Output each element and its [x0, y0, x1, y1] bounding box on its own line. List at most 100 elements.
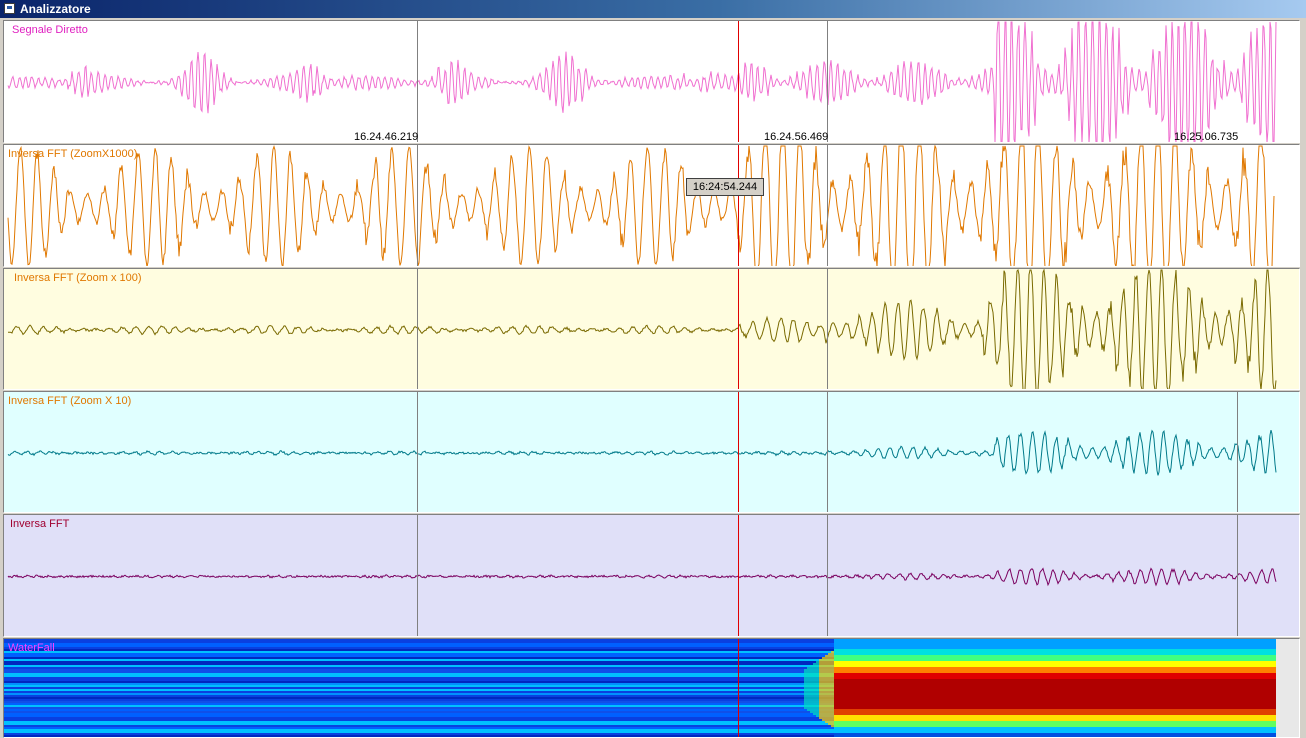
- waterfall-band: [4, 663, 834, 665]
- waterfall-band: [834, 667, 1276, 673]
- time-cursor[interactable]: [738, 145, 739, 266]
- panel-inversa-fft-zoom10[interactable]: Inversa FFT (Zoom X 10): [3, 391, 1300, 513]
- window-icon[interactable]: [4, 3, 15, 14]
- waterfall-margin: [1276, 639, 1299, 737]
- time-cursor[interactable]: [738, 515, 739, 636]
- waterfall-band: [4, 671, 834, 673]
- waterfall-band: [4, 735, 834, 737]
- waterfall-band: [834, 679, 1276, 709]
- waveform-path: [7, 429, 1277, 476]
- trace-inversa-fft: [7, 567, 1277, 587]
- waterfall-band: [4, 713, 834, 715]
- waterfall-band: [4, 723, 834, 725]
- waterfall-band: [834, 721, 1276, 727]
- waterfall-band: [4, 647, 834, 649]
- time-gridline: [417, 392, 418, 512]
- time-gridline: [417, 515, 418, 636]
- waterfall-band: [834, 649, 1276, 655]
- time-cursor[interactable]: [738, 21, 739, 142]
- time-gridline: [1237, 515, 1238, 636]
- waterfall-transition: [813, 663, 816, 715]
- waterfall-band: [4, 715, 834, 717]
- waterfall-transition: [810, 665, 813, 713]
- time-gridline: [827, 515, 828, 636]
- waterfall-band: [4, 701, 834, 703]
- waterfall-band: [4, 651, 834, 653]
- waterfall-label: WaterFall: [8, 642, 55, 654]
- waterfall-band: [4, 659, 834, 661]
- waterfall-band: [4, 733, 834, 735]
- time-label: 16.24.46.219: [354, 131, 419, 143]
- waterfall-band: [4, 705, 834, 707]
- panel-waterfall[interactable]: WaterFall: [3, 638, 1300, 738]
- waterfall-band: [4, 709, 834, 711]
- waterfall-band: [834, 661, 1276, 667]
- trace-inversa-fft-zoom100: [7, 269, 1277, 389]
- waterfall-band: [4, 721, 834, 723]
- time-gridline: [827, 269, 828, 389]
- waterfall-band: [4, 667, 834, 669]
- waterfall-band: [4, 685, 834, 687]
- waterfall-band: [834, 709, 1276, 715]
- time-label: 16.24.56.469: [764, 131, 829, 143]
- waterfall-band: [4, 729, 834, 731]
- waterfall-transition: [825, 655, 828, 723]
- waterfall-band: [4, 703, 834, 705]
- panel-label: Inversa FFT: [10, 518, 70, 530]
- panel-label: Inversa FFT (ZoomX1000): [8, 148, 138, 160]
- panel-inversa-fft-zoom100[interactable]: Inversa FFT (Zoom x 100): [3, 268, 1300, 390]
- window-title: Analizzatore: [20, 2, 91, 16]
- waterfall-transition: [822, 657, 825, 721]
- waterfall-band: [4, 661, 834, 663]
- time-cursor[interactable]: [738, 392, 739, 512]
- time-cursor[interactable]: [738, 639, 739, 737]
- waterfall-band: [4, 691, 834, 693]
- panel-inversa-fft-zoom1000[interactable]: Inversa FFT (ZoomX1000): [3, 144, 1300, 267]
- waterfall-band: [4, 639, 834, 641]
- waterfall-band: [4, 727, 834, 729]
- waveform-path: [7, 269, 1277, 389]
- time-gridline: [827, 145, 828, 266]
- waterfall-band: [4, 673, 834, 675]
- waterfall-band: [4, 655, 834, 657]
- waterfall-band: [4, 731, 834, 733]
- waterfall-band: [4, 643, 834, 645]
- waterfall-band: [4, 717, 834, 719]
- waterfall-band: [4, 697, 834, 699]
- waterfall-band: [4, 681, 834, 683]
- waterfall-band: [834, 727, 1276, 733]
- waterfall-band: [4, 719, 834, 721]
- waterfall-band: [834, 639, 1276, 649]
- waterfall-band: [4, 679, 834, 681]
- waterfall-band: [834, 733, 1276, 737]
- waveform-path: [7, 567, 1277, 587]
- waterfall-band: [4, 669, 834, 671]
- waterfall-band: [834, 655, 1276, 661]
- panel-label: Inversa FFT (Zoom X 10): [8, 395, 132, 407]
- waterfall-transition: [807, 667, 810, 711]
- waterfall-band: [4, 687, 834, 689]
- waterfall-band: [4, 675, 834, 677]
- time-gridline: [417, 145, 418, 266]
- time-gridline: [1237, 392, 1238, 512]
- waterfall-band: [4, 699, 834, 701]
- panel-inversa-fft[interactable]: Inversa FFT: [3, 514, 1300, 637]
- waterfall-band: [834, 673, 1276, 679]
- waterfall-transition: [828, 653, 831, 725]
- time-gridline: [827, 21, 828, 142]
- time-gridline: [417, 21, 418, 142]
- waterfall-spectrogram: [4, 639, 1276, 737]
- waterfall-band: [4, 649, 834, 651]
- waterfall-band: [4, 707, 834, 709]
- waterfall-transition: [831, 651, 834, 727]
- trace-inversa-fft-zoom10: [7, 429, 1277, 476]
- title-bar[interactable]: Analizzatore: [0, 0, 1306, 18]
- cursor-time-tooltip: 16:24:54.244: [686, 178, 764, 196]
- waveform-path: [7, 145, 1275, 266]
- time-label: 16.25.06.735: [1174, 131, 1239, 143]
- time-cursor[interactable]: [738, 269, 739, 389]
- panel-segnale-diretto[interactable]: Segnale Diretto 16.24.46.219 16.24.56.46…: [3, 20, 1300, 143]
- waterfall-band: [4, 725, 834, 727]
- waterfall-transition: [819, 659, 822, 719]
- panel-label: Inversa FFT (Zoom x 100): [14, 272, 142, 284]
